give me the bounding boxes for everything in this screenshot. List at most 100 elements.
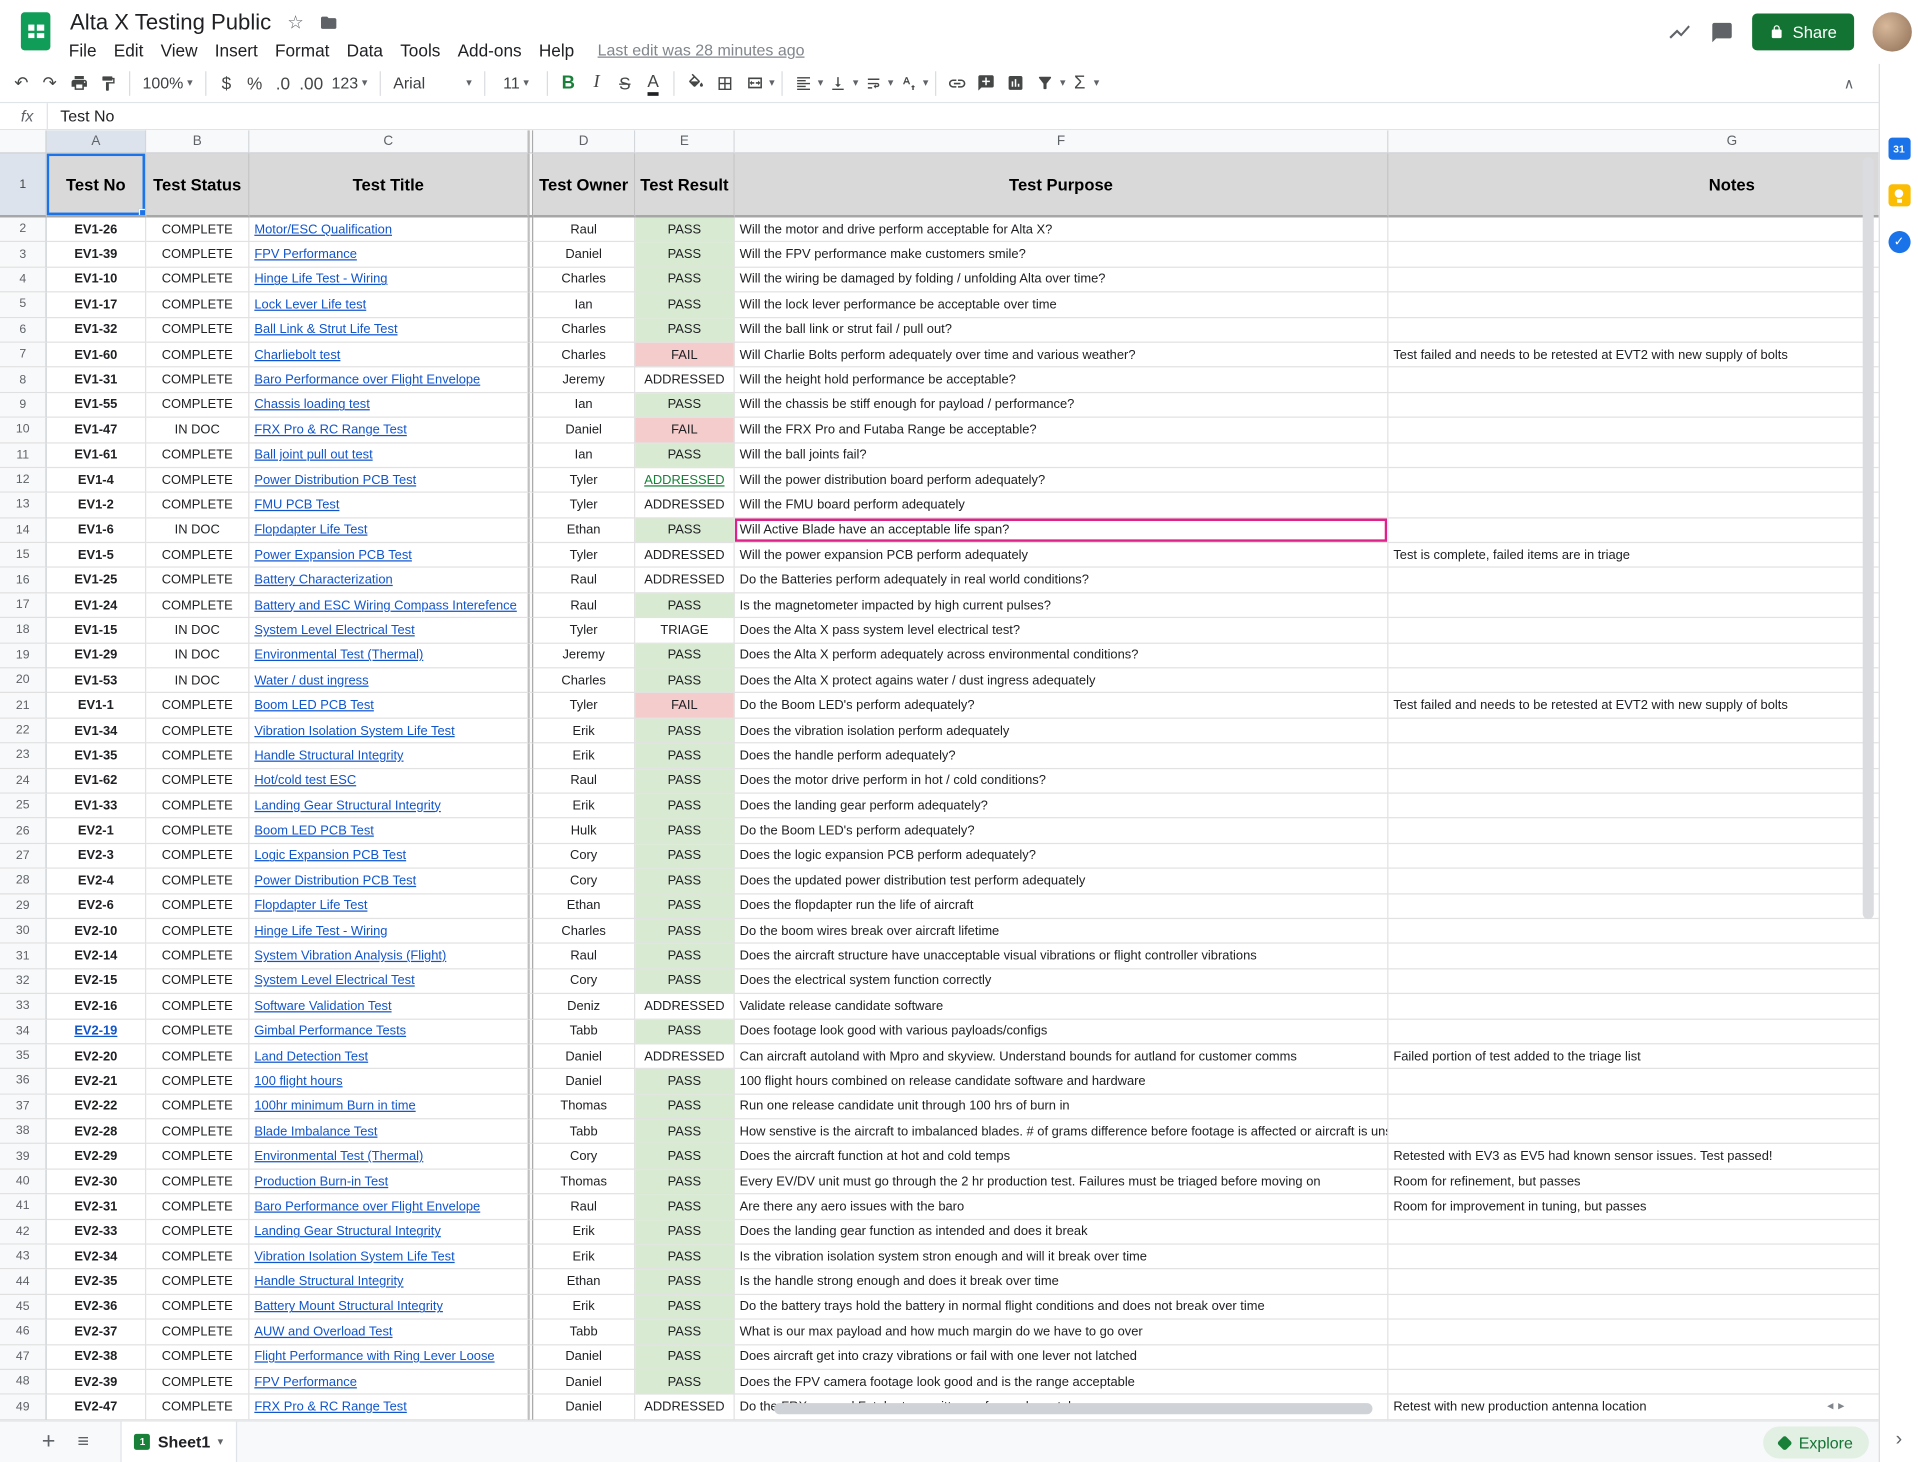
cell-test-title[interactable]: Boom LED PCB Test xyxy=(249,694,528,719)
test-title-link[interactable]: Hinge Life Test - Wiring xyxy=(254,272,387,287)
cell-test-result[interactable]: PASS xyxy=(635,293,735,318)
cell-test-purpose[interactable]: Is the vibration isolation system stron … xyxy=(735,1245,1389,1270)
cell-test-owner[interactable]: Ian xyxy=(533,293,635,318)
cell-test-title[interactable]: Motor/ESC Qualification xyxy=(249,217,528,242)
row-number[interactable]: 1 xyxy=(0,154,47,218)
cell-test-no[interactable]: EV1-61 xyxy=(47,443,147,468)
cell-test-purpose[interactable]: Will the lock lever performance be accep… xyxy=(735,293,1389,318)
cell-test-result[interactable]: FAIL xyxy=(635,418,735,443)
cell-test-purpose[interactable]: Are there any aero issues with the baro xyxy=(735,1195,1389,1220)
cell-test-status[interactable]: COMPLETE xyxy=(146,1395,249,1420)
row-number[interactable]: 9 xyxy=(0,393,47,418)
cell-test-no[interactable]: EV1-10 xyxy=(47,268,147,293)
cell-test-purpose[interactable]: Will the FPV performance make customers … xyxy=(735,243,1389,268)
cell-test-no[interactable]: EV1-6 xyxy=(47,518,147,543)
cell-test-no[interactable]: EV2-21 xyxy=(47,1069,147,1094)
cell-notes[interactable]: Failed portion of test added to the tria… xyxy=(1388,1044,1878,1069)
cell-test-status[interactable]: COMPLETE xyxy=(146,1019,249,1044)
zoom-select[interactable]: 100%▾ xyxy=(136,74,198,92)
cell-test-title[interactable]: System Level Electrical Test xyxy=(249,969,528,994)
cell-test-no[interactable]: EV2-35 xyxy=(47,1270,147,1295)
cell-test-status[interactable]: COMPLETE xyxy=(146,443,249,468)
cell-test-purpose[interactable]: Does aircraft get into crazy vibrations … xyxy=(735,1345,1389,1370)
cell-test-result[interactable]: PASS xyxy=(635,1220,735,1245)
cell-test-purpose[interactable]: Does the Alta X pass system level electr… xyxy=(735,618,1389,643)
cell-test-owner[interactable]: Tyler xyxy=(533,468,635,493)
cell-test-no[interactable]: EV2-30 xyxy=(47,1170,147,1195)
cell-test-purpose[interactable]: Does the landing gear perform adequately… xyxy=(735,794,1389,819)
cell-test-status[interactable]: COMPLETE xyxy=(146,994,249,1019)
formula-input[interactable]: Test No xyxy=(47,103,1879,129)
test-title-link[interactable]: Battery Mount Structural Integrity xyxy=(254,1299,443,1314)
cell-test-owner[interactable]: Erik xyxy=(533,719,635,744)
font-size-select[interactable]: 11▾ xyxy=(491,74,540,92)
column-header-b[interactable]: B xyxy=(146,130,249,153)
cell-test-result[interactable]: PASS xyxy=(635,1270,735,1295)
row-number[interactable]: 41 xyxy=(0,1195,47,1220)
cell-test-owner[interactable]: Charles xyxy=(533,343,635,368)
text-rotation-icon[interactable] xyxy=(893,68,922,97)
cell-test-title[interactable]: Battery and ESC Wiring Compass Interefen… xyxy=(249,593,528,618)
cell-notes[interactable] xyxy=(1388,769,1878,794)
cell-test-status[interactable]: COMPLETE xyxy=(146,1069,249,1094)
cell-test-title[interactable]: Flopdapter Life Test xyxy=(249,894,528,919)
vertical-align-icon[interactable] xyxy=(823,68,852,97)
cell-notes[interactable]: Retested with EV3 as EV5 had known senso… xyxy=(1388,1144,1878,1169)
cell-test-result[interactable]: PASS xyxy=(635,719,735,744)
cell-test-purpose[interactable]: Is the handle strong enough and does it … xyxy=(735,1270,1389,1295)
cell-notes[interactable] xyxy=(1388,643,1878,668)
cell-test-no[interactable]: EV2-3 xyxy=(47,844,147,869)
row-number[interactable]: 20 xyxy=(0,668,47,693)
cell-notes[interactable]: Test failed and needs to be retested at … xyxy=(1388,694,1878,719)
cell-test-no[interactable]: EV1-55 xyxy=(47,393,147,418)
cell-test-result[interactable]: PASS xyxy=(635,393,735,418)
row-number[interactable]: 32 xyxy=(0,969,47,994)
row-number[interactable]: 46 xyxy=(0,1320,47,1345)
cell-test-title[interactable]: Baro Performance over Flight Envelope xyxy=(249,1195,528,1220)
row-number[interactable]: 37 xyxy=(0,1094,47,1119)
cell-test-result[interactable]: PASS xyxy=(635,1019,735,1044)
explore-button[interactable]: Explore xyxy=(1763,1427,1869,1459)
row-number[interactable]: 30 xyxy=(0,919,47,944)
cell-test-purpose[interactable]: Will the FRX Pro and Futaba Range be acc… xyxy=(735,418,1389,443)
test-title-link[interactable]: Ball Link & Strut Life Test xyxy=(254,322,397,337)
corner-box[interactable] xyxy=(0,130,47,153)
cell-test-result[interactable]: FAIL xyxy=(635,343,735,368)
cell-test-result[interactable]: PASS xyxy=(635,593,735,618)
test-title-link[interactable]: Hot/cold test ESC xyxy=(254,773,356,788)
cell-test-owner[interactable]: Daniel xyxy=(533,243,635,268)
cell-notes[interactable] xyxy=(1388,593,1878,618)
header-cell-notes[interactable]: Notes xyxy=(1388,154,1878,218)
cell-notes[interactable] xyxy=(1388,1345,1878,1370)
cell-test-result[interactable]: ADDRESSED xyxy=(635,1044,735,1069)
test-title-link[interactable]: Logic Expansion PCB Test xyxy=(254,848,406,863)
row-number[interactable]: 3 xyxy=(0,243,47,268)
cell-notes[interactable] xyxy=(1388,1019,1878,1044)
cell-test-owner[interactable]: Erik xyxy=(533,1295,635,1320)
cell-test-title[interactable]: Battery Characterization xyxy=(249,568,528,593)
scroll-right-icon[interactable]: ▸ xyxy=(1838,1399,1844,1413)
cell-test-result[interactable]: ADDRESSED xyxy=(635,468,735,493)
horizontal-align-icon[interactable] xyxy=(788,68,817,97)
cell-test-no[interactable]: EV1-31 xyxy=(47,368,147,393)
cell-notes[interactable]: Room for refinement, but passes xyxy=(1388,1170,1878,1195)
cell-test-no[interactable]: EV1-32 xyxy=(47,318,147,343)
cell-test-no[interactable]: EV2-4 xyxy=(47,869,147,894)
cell-test-purpose[interactable]: Do the Batteries perform adequately in r… xyxy=(735,568,1389,593)
test-title-link[interactable]: System Vibration Analysis (Flight) xyxy=(254,949,446,964)
cell-test-purpose[interactable]: Does the electrical system function corr… xyxy=(735,969,1389,994)
row-number[interactable]: 26 xyxy=(0,819,47,844)
cell-test-status[interactable]: COMPLETE xyxy=(146,944,249,969)
menu-insert[interactable]: Insert xyxy=(206,40,266,60)
tasks-icon[interactable]: ✓ xyxy=(1888,231,1910,253)
cell-test-status[interactable]: COMPLETE xyxy=(146,1370,249,1395)
column-header-a[interactable]: A xyxy=(47,130,147,153)
cell-test-result[interactable]: PASS xyxy=(635,819,735,844)
row-number[interactable]: 29 xyxy=(0,894,47,919)
row-number[interactable]: 12 xyxy=(0,468,47,493)
cell-test-result[interactable]: PASS xyxy=(635,518,735,543)
cell-test-title[interactable]: Battery Mount Structural Integrity xyxy=(249,1295,528,1320)
cell-notes[interactable] xyxy=(1388,318,1878,343)
cell-test-owner[interactable]: Erik xyxy=(533,1245,635,1270)
cell-test-status[interactable]: COMPLETE xyxy=(146,719,249,744)
